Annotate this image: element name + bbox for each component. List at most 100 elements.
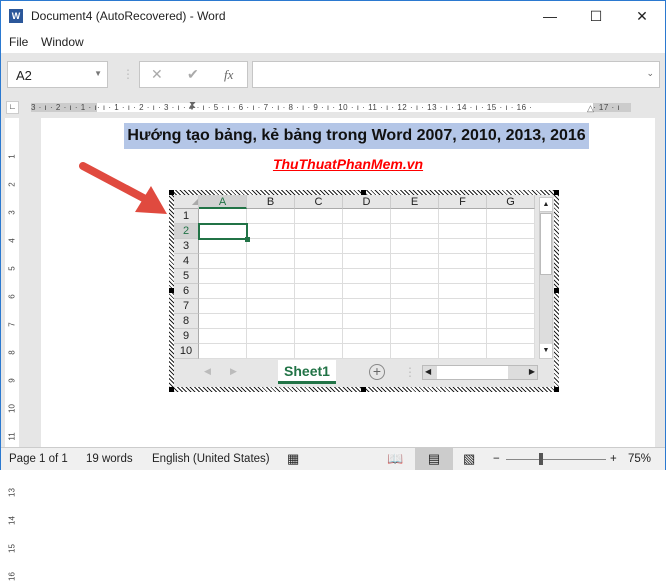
cell-G4[interactable] [487, 254, 535, 269]
row-header-1[interactable]: 1 [174, 209, 199, 224]
cell-B3[interactable] [247, 239, 295, 254]
column-header-D[interactable]: D [343, 195, 391, 209]
cell-D7[interactable] [343, 299, 391, 314]
vertical-scrollbar[interactable]: ▲ ▼ [539, 197, 553, 359]
fill-handle[interactable] [245, 237, 250, 242]
cell-E2[interactable] [391, 224, 439, 239]
row-header-9[interactable]: 9 [174, 329, 199, 344]
cell-C1[interactable] [295, 209, 343, 224]
next-sheet-icon[interactable]: ▶ [230, 366, 237, 377]
cell-E10[interactable] [391, 344, 439, 359]
resize-handle[interactable] [554, 387, 559, 392]
zoom-out-button[interactable]: − [493, 453, 500, 465]
cell-E5[interactable] [391, 269, 439, 284]
enter-icon[interactable]: ✔ [187, 66, 199, 83]
cell-E1[interactable] [391, 209, 439, 224]
cell-C6[interactable] [295, 284, 343, 299]
scroll-up-icon[interactable]: ▲ [540, 198, 552, 212]
resize-handle[interactable] [361, 387, 366, 392]
row-header-3[interactable]: 3 [174, 239, 199, 254]
cell-D5[interactable] [343, 269, 391, 284]
column-header-E[interactable]: E [391, 195, 439, 209]
maximize-button[interactable]: ☐ [573, 1, 619, 31]
cell-B10[interactable] [247, 344, 295, 359]
scroll-right-icon[interactable]: ▶ [529, 367, 535, 376]
macro-record-icon[interactable]: ▦ [287, 451, 299, 467]
cell-F9[interactable] [439, 329, 487, 344]
column-header-G[interactable]: G [487, 195, 535, 209]
function-icon[interactable]: fx [224, 67, 233, 83]
cell-B4[interactable] [247, 254, 295, 269]
cell-F4[interactable] [439, 254, 487, 269]
cell-G5[interactable] [487, 269, 535, 284]
cell-A8[interactable] [199, 314, 247, 329]
cell-B5[interactable] [247, 269, 295, 284]
formula-input[interactable]: ⌄ [252, 61, 660, 88]
menu-window[interactable]: Window [41, 35, 84, 49]
cell-G1[interactable] [487, 209, 535, 224]
cell-A9[interactable] [199, 329, 247, 344]
row-header-4[interactable]: 4 [174, 254, 199, 269]
cell-E6[interactable] [391, 284, 439, 299]
cell-D6[interactable] [343, 284, 391, 299]
resize-handle[interactable] [169, 387, 174, 392]
cell-F1[interactable] [439, 209, 487, 224]
embedded-excel-object[interactable]: ◢ A B C D E F G 1 2 3 4 5 6 7 8 9 10 ▲ ▼ ◀ ▶ Sheet1 + ⋮ ◀… [169, 190, 559, 392]
word-count[interactable]: 19 words [86, 453, 133, 465]
cell-C10[interactable] [295, 344, 343, 359]
cell-C7[interactable] [295, 299, 343, 314]
cell-E7[interactable] [391, 299, 439, 314]
tab-selector-icon[interactable]: ∟ [6, 101, 19, 114]
cell-B7[interactable] [247, 299, 295, 314]
cell-C9[interactable] [295, 329, 343, 344]
document-page[interactable]: Hướng tạo bảng, kẻ bảng trong Word 2007,… [41, 118, 655, 447]
cell-B1[interactable] [247, 209, 295, 224]
cell-D8[interactable] [343, 314, 391, 329]
column-header-B[interactable]: B [247, 195, 295, 209]
cell-G9[interactable] [487, 329, 535, 344]
cell-A10[interactable] [199, 344, 247, 359]
chevron-down-icon[interactable]: ▼ [94, 69, 102, 78]
cell-A3[interactable] [199, 239, 247, 254]
cell-D1[interactable] [343, 209, 391, 224]
column-header-C[interactable]: C [295, 195, 343, 209]
cell-F7[interactable] [439, 299, 487, 314]
select-all-button[interactable]: ◢ [174, 195, 199, 209]
web-layout-icon[interactable]: ▧ [463, 451, 475, 467]
cell-D3[interactable] [343, 239, 391, 254]
cell-A5[interactable] [199, 269, 247, 284]
right-indent-icon[interactable]: △ [587, 103, 594, 114]
add-sheet-button[interactable]: + [369, 364, 385, 380]
cell-B8[interactable] [247, 314, 295, 329]
h-scroll-thumb[interactable] [437, 366, 508, 379]
cell-G3[interactable] [487, 239, 535, 254]
horizontal-scrollbar[interactable]: ◀ ▶ [422, 365, 538, 380]
column-header-F[interactable]: F [439, 195, 487, 209]
cell-G6[interactable] [487, 284, 535, 299]
row-header-6[interactable]: 6 [174, 284, 199, 299]
row-header-5[interactable]: 5 [174, 269, 199, 284]
sheet-tab-sheet1[interactable]: Sheet1 [278, 360, 336, 384]
cell-D2[interactable] [343, 224, 391, 239]
zoom-slider-thumb[interactable] [539, 453, 543, 465]
cell-F2[interactable] [439, 224, 487, 239]
cell-C4[interactable] [295, 254, 343, 269]
cell-A1[interactable] [199, 209, 247, 224]
cell-B9[interactable] [247, 329, 295, 344]
language[interactable]: English (United States) [152, 453, 270, 465]
name-box[interactable]: A2 ▼ [7, 61, 108, 88]
cell-G2[interactable] [487, 224, 535, 239]
cell-E8[interactable] [391, 314, 439, 329]
resize-handle[interactable] [554, 288, 559, 293]
cell-F6[interactable] [439, 284, 487, 299]
cell-C5[interactable] [295, 269, 343, 284]
cell-B2[interactable] [247, 224, 295, 239]
minimize-button[interactable]: — [527, 1, 573, 31]
menu-file[interactable]: File [9, 35, 28, 49]
column-header-A[interactable]: A [199, 195, 247, 209]
scroll-down-icon[interactable]: ▼ [540, 344, 552, 358]
prev-sheet-icon[interactable]: ◀ [204, 366, 211, 377]
cell-C2[interactable] [295, 224, 343, 239]
cell-F8[interactable] [439, 314, 487, 329]
cell-G10[interactable] [487, 344, 535, 359]
